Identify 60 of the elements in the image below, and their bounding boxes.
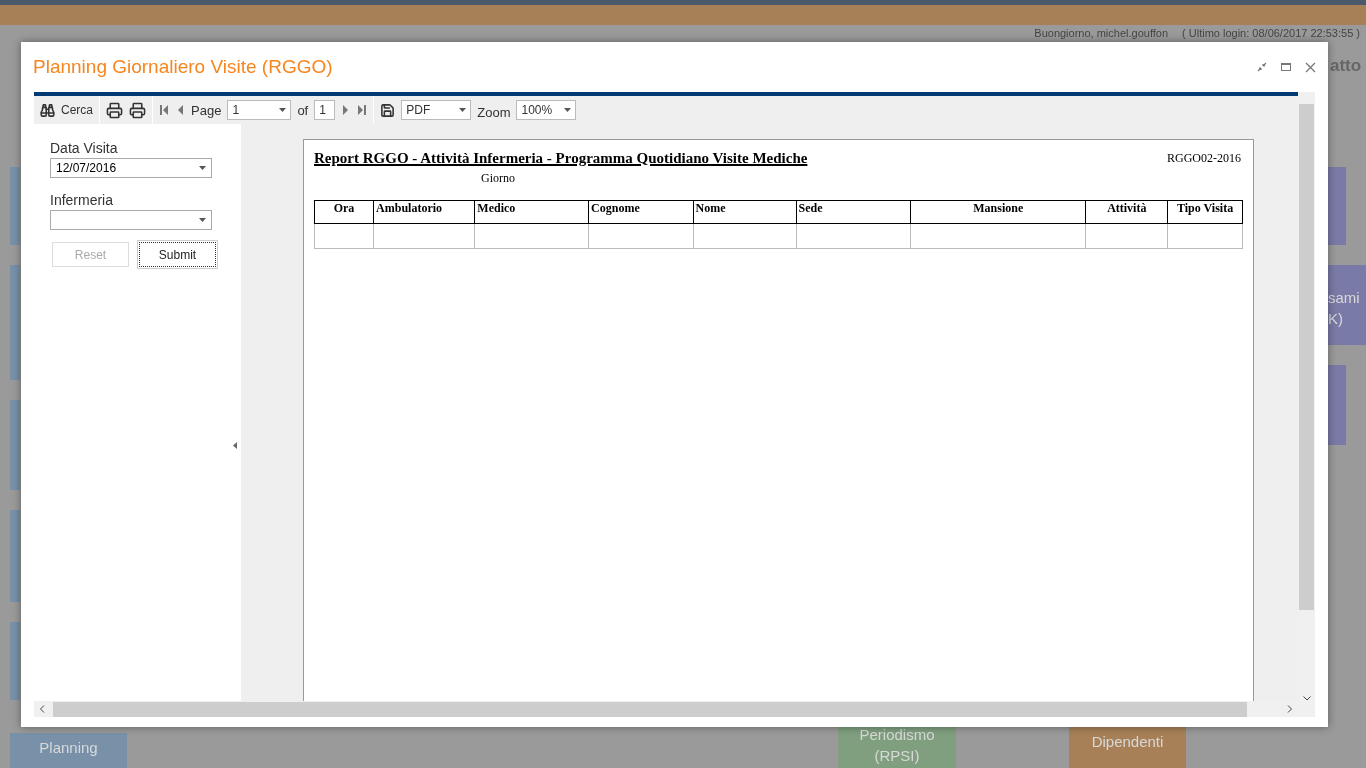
form-button[interactable]: Submit	[139, 242, 216, 267]
of-label: of	[297, 102, 309, 118]
dialog-title: Planning Giornaliero Visite (RGGO)	[33, 56, 333, 78]
caret-icon	[279, 108, 287, 112]
zoom-label: Zoom	[477, 104, 511, 120]
tile-label: (RPSI)	[874, 747, 920, 764]
search-icon[interactable]	[40, 102, 55, 118]
maximize-icon[interactable]	[1281, 63, 1291, 71]
column-header: Medico	[474, 200, 589, 224]
column-header: Ora	[314, 200, 374, 224]
greeting-text: Buongiorno, michel.gouffon	[1034, 27, 1169, 39]
horizontal-scrollbar[interactable]	[34, 701, 1315, 717]
printer-icon[interactable]	[129, 101, 146, 119]
tile-label: Planning	[39, 739, 98, 756]
column-header: Ambulatorio	[373, 200, 475, 224]
caret-icon	[199, 166, 206, 170]
restore-icon[interactable]	[1257, 62, 1267, 72]
column-header: Mansione	[910, 200, 1086, 224]
tile[interactable]	[10, 400, 20, 490]
scroll-down-icon[interactable]	[1302, 696, 1311, 701]
page-label: Page	[191, 102, 222, 118]
dropdown-field[interactable]	[50, 210, 212, 230]
column-header: Tipo Visita	[1167, 200, 1243, 224]
caret-icon	[199, 218, 206, 222]
close-icon[interactable]	[1305, 61, 1316, 73]
page-count-field: 1	[314, 100, 336, 120]
report-code: RGGO02-2016	[1167, 151, 1241, 166]
column-header: Sede	[796, 200, 911, 224]
tile[interactable]	[1328, 365, 1346, 445]
caret-icon	[459, 108, 467, 112]
last-login-text: ( Ultimo login: 08/06/2017 22:53:55 )	[1182, 27, 1360, 39]
tile-label: K)	[1328, 310, 1343, 327]
report-subtitle: Giorno	[481, 171, 516, 186]
tile[interactable]	[10, 167, 20, 245]
tile-label: sami	[1328, 289, 1360, 306]
report-title: Report RGGO - Attività Infermeria - Programma Quotidiano Visite Mediche	[314, 150, 808, 167]
tile[interactable]	[1328, 167, 1346, 245]
tile-label: Periodismo	[859, 726, 935, 743]
vertical-scrollbar[interactable]	[1298, 92, 1315, 701]
table-cell	[314, 223, 374, 249]
printer-icon[interactable]	[106, 101, 123, 119]
tile-label: Dipendenti	[1091, 733, 1164, 750]
search-label[interactable]: Cerca	[61, 103, 93, 117]
zoom-dropdown[interactable]: 100%	[516, 100, 577, 120]
save-icon[interactable]	[380, 102, 396, 118]
tile[interactable]	[10, 622, 20, 700]
field-label: Data Visita	[50, 140, 119, 156]
field-label: Infermeria	[50, 192, 115, 208]
first-page-icon[interactable]	[159, 104, 169, 116]
column-header: Attività	[1085, 200, 1168, 224]
column-header: Nome	[693, 200, 797, 224]
collapse-icon[interactable]	[233, 442, 237, 449]
column-header: Cognome	[588, 200, 694, 224]
page-dropdown[interactable]: 1	[227, 100, 292, 120]
last-page-icon[interactable]	[357, 104, 368, 116]
tile[interactable]	[10, 265, 20, 380]
dropdown-field[interactable]: 12/07/2016	[50, 158, 212, 178]
caret-icon	[564, 108, 572, 112]
format-dropdown[interactable]: PDF	[401, 100, 472, 120]
tile[interactable]	[10, 510, 20, 602]
